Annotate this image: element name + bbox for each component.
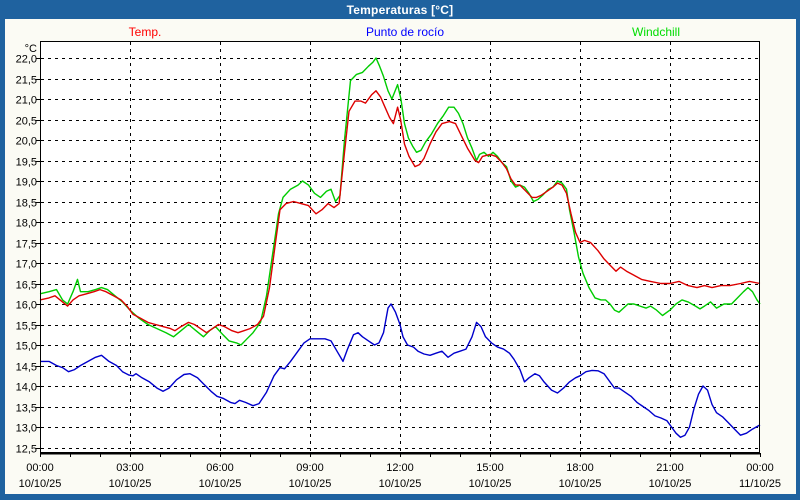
x-tick-time-label: 06:00 <box>206 462 234 474</box>
y-tick-label: 16,5 <box>16 280 37 292</box>
y-tick-label: 15,5 <box>16 321 37 333</box>
x-tick-time-label: 09:00 <box>296 462 324 474</box>
x-tick-time-label: 00:00 <box>26 462 54 474</box>
x-tick-time-label: 21:00 <box>656 462 684 474</box>
y-tick-label: 14,5 <box>16 362 37 374</box>
x-tick-time-label: 15:00 <box>476 462 504 474</box>
x-tick-time-label: 12:00 <box>386 462 414 474</box>
x-tick-date-label: 10/10/25 <box>559 478 602 490</box>
y-axis-unit-label: °C <box>25 43 37 55</box>
y-tick-label: 19,0 <box>16 177 37 189</box>
weather-chart-window: Temperaturas [°C] Temp. Punto de rocío W… <box>0 0 800 500</box>
y-tick-label: 12,5 <box>16 444 37 456</box>
x-tick-date-label: 10/10/25 <box>649 478 692 490</box>
x-tick-date-label: 11/10/25 <box>739 478 781 490</box>
y-tick-label: 18,5 <box>16 198 37 210</box>
x-tick-time-label: 00:00 <box>746 462 774 474</box>
y-tick-label: 17,5 <box>16 239 37 251</box>
y-tick-label: 21,0 <box>16 95 37 107</box>
y-tick-label: 14,0 <box>16 382 37 394</box>
y-tick-label: 18,0 <box>16 218 37 230</box>
window-border-bottom <box>0 494 800 500</box>
y-tick-label: 17,0 <box>16 259 37 271</box>
y-tick-label: 16,0 <box>16 300 37 312</box>
window-border-right <box>796 19 800 500</box>
y-tick-label: 13,5 <box>16 403 37 415</box>
window-border-left <box>0 19 5 500</box>
x-tick-date-label: 10/10/25 <box>289 478 332 490</box>
y-tick-label: 20,0 <box>16 136 37 148</box>
y-tick-label: 20,5 <box>16 116 37 128</box>
x-tick-date-label: 10/10/25 <box>379 478 422 490</box>
y-tick-label: 22,0 <box>16 54 37 66</box>
x-tick-date-label: 10/10/25 <box>199 478 242 490</box>
x-tick-date-label: 10/10/25 <box>109 478 152 490</box>
y-tick-label: 19,5 <box>16 157 37 169</box>
temperature-chart: 22,0 21,5 21,0 20,5 20,0 19,5 19,0 18,5 18,0 17,5… <box>0 0 800 500</box>
x-tick-time-label: 18:00 <box>566 462 594 474</box>
x-tick-date-label: 10/10/25 <box>469 478 512 490</box>
y-tick-label: 13,0 <box>16 423 37 435</box>
x-tick-date-label: 10/10/25 <box>19 478 62 490</box>
x-tick-time-label: 03:00 <box>116 462 144 474</box>
y-tick-label: 15,0 <box>16 341 37 353</box>
y-tick-label: 21,5 <box>16 75 37 87</box>
